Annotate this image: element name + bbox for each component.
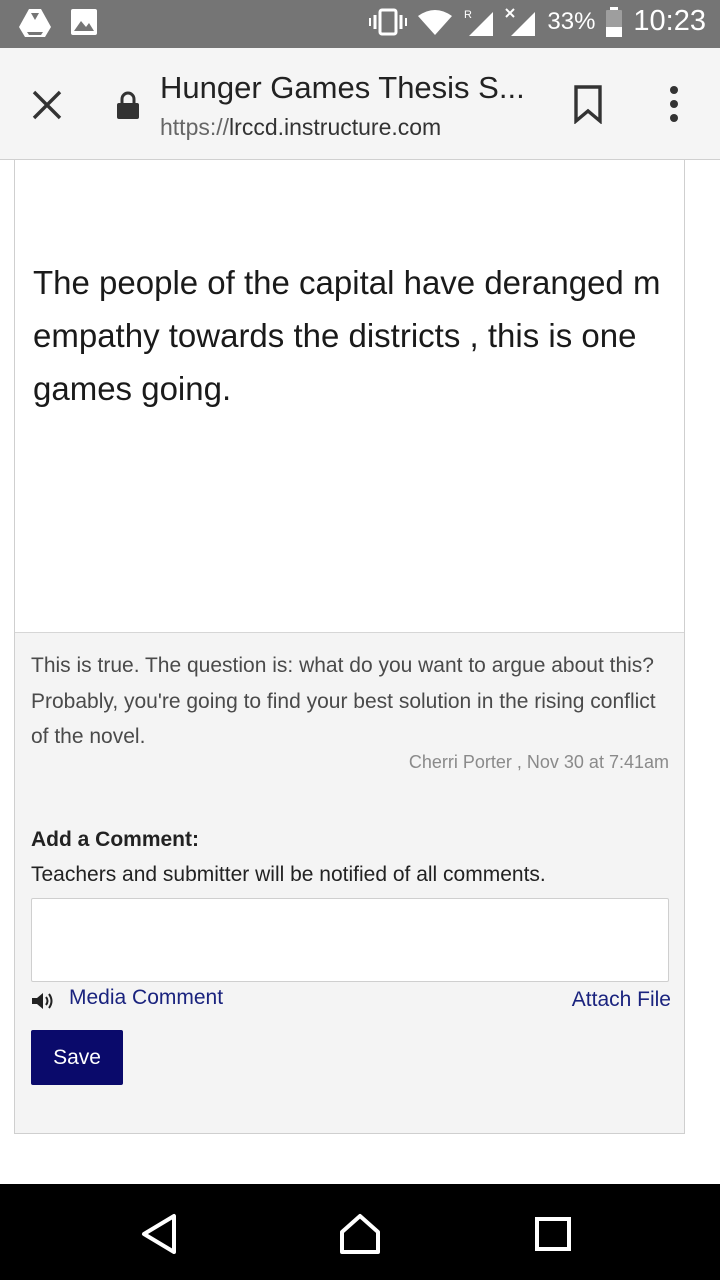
add-comment-heading: Add a Comment: — [31, 828, 199, 851]
browser-toolbar: Hunger Games Thesis S... https://lrccd.i… — [0, 48, 720, 160]
save-button[interactable]: Save — [31, 1030, 123, 1085]
battery-percent: 33% — [547, 7, 596, 35]
submission-content: The people of the capital have deranged … — [14, 160, 685, 1134]
submission-text-line: games going. — [33, 370, 232, 407]
media-comment-link[interactable]: Media Comment — [69, 986, 223, 1010]
clock: 10:23 — [633, 5, 706, 37]
comments-section: This is true. The question is: what do y… — [15, 632, 684, 1133]
url-host: lrccd.instructure.com — [229, 114, 442, 140]
url-scheme: https:// — [160, 114, 230, 140]
comment-author-date: Cherri Porter , Nov 30 at 7:41am — [408, 752, 669, 772]
lock-icon — [117, 91, 139, 119]
attach-file-link[interactable]: Attach File — [572, 988, 671, 1012]
bookmark-icon[interactable] — [572, 84, 604, 124]
add-comment-note: Teachers and submitter will be notified … — [31, 863, 546, 886]
status-bar-notifications — [18, 8, 98, 38]
page-url: https://lrccd.instructure.com — [160, 114, 441, 141]
navigation-bar — [0, 1184, 720, 1280]
vibrate-icon — [369, 8, 408, 35]
submission-text-line: The people of the capital have deranged … — [33, 264, 661, 301]
submission-text: The people of the capital have deranged … — [33, 256, 684, 415]
comment-body: This is true. The question is: what do y… — [31, 654, 656, 748]
comment-attachments-row: Media Comment Attach File — [31, 983, 671, 1017]
comment-input[interactable] — [31, 898, 669, 982]
status-bar-system: R 33% 10:23 — [369, 5, 706, 38]
svg-text:R: R — [464, 9, 472, 21]
recents-icon[interactable] — [532, 1212, 576, 1256]
status-bar: R 33% 10:23 — [0, 0, 720, 48]
drive-icon — [19, 9, 51, 37]
speaker-icon — [32, 993, 53, 1009]
signal-roaming-icon: R — [464, 9, 494, 36]
overflow-menu-icon[interactable] — [664, 84, 684, 124]
close-icon[interactable] — [30, 88, 64, 122]
image-icon — [71, 9, 97, 35]
submission-text-line: empathy towards the districts , this is … — [33, 317, 637, 354]
page-title: Hunger Games Thesis S... — [160, 70, 525, 105]
battery-icon — [606, 6, 623, 37]
home-icon[interactable] — [338, 1212, 382, 1256]
wifi-icon — [418, 9, 453, 35]
back-icon[interactable] — [138, 1212, 182, 1256]
signal-no-data-icon — [505, 7, 536, 36]
